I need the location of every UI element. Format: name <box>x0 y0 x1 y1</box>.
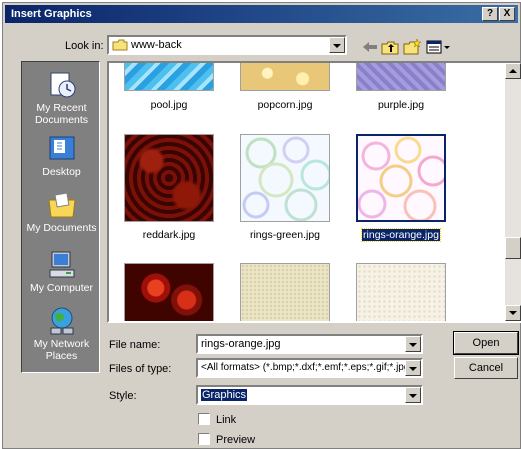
dialog-title: Insert Graphics <box>11 8 92 20</box>
place-network-places[interactable]: My Network Places <box>22 306 101 362</box>
look-in-label: Look in: <box>65 40 104 52</box>
my-documents-icon <box>47 190 77 220</box>
title-bar: Insert Graphics ? X <box>5 5 518 23</box>
back-icon[interactable] <box>361 39 379 55</box>
open-button[interactable]: Open <box>453 331 519 355</box>
place-desktop[interactable]: Desktop <box>22 134 101 178</box>
scroll-up-button[interactable] <box>505 63 521 79</box>
style-value: Graphics <box>201 389 248 401</box>
help-button[interactable]: ? <box>482 7 498 21</box>
file-thumbnail[interactable] <box>124 134 214 222</box>
link-label: Link <box>216 414 237 426</box>
place-recent-documents[interactable]: My Recent Documents <box>22 70 101 126</box>
file-thumbnail[interactable] <box>240 134 330 222</box>
file-name-label: File name: <box>109 339 161 351</box>
vertical-scrollbar[interactable] <box>505 63 521 321</box>
file-list[interactable]: pool.jpg popcorn.jpg purple.jpg reddark.… <box>107 61 521 323</box>
place-my-computer[interactable]: My Computer <box>22 250 101 294</box>
chevron-down-icon[interactable] <box>405 387 421 403</box>
chevron-down-icon[interactable] <box>329 37 345 53</box>
style-label: Style: <box>109 390 137 402</box>
file-name[interactable]: reddark.jpg <box>109 229 229 241</box>
places-bar: My Recent Documents Desktop My Documents <box>21 61 100 373</box>
folder-icon <box>112 39 128 51</box>
file-name[interactable]: purple.jpg <box>341 99 461 111</box>
file-name[interactable]: popcorn.jpg <box>225 99 345 111</box>
look-in-dropdown[interactable]: www-back <box>107 35 347 55</box>
checkbox-box[interactable] <box>198 433 210 445</box>
file-thumbnail[interactable] <box>356 63 446 91</box>
place-label: My Recent Documents <box>34 102 89 126</box>
place-label: My Documents <box>26 222 97 234</box>
file-name-selected[interactable]: rings-orange.jpg <box>341 228 461 242</box>
files-of-type-dropdown[interactable]: <All formats> (*.bmp;*.dxf;*.emf;*.eps;*… <box>196 358 423 378</box>
up-one-level-icon[interactable] <box>381 39 399 55</box>
link-checkbox[interactable]: Link <box>198 413 236 426</box>
cancel-button[interactable]: Cancel <box>454 357 518 379</box>
file-name-input[interactable]: rings-orange.jpg <box>196 334 423 354</box>
network-places-icon <box>47 306 77 336</box>
place-label: Desktop <box>42 166 81 178</box>
files-of-type-value: <All formats> (*.bmp;*.dxf;*.emf;*.eps;*… <box>201 362 417 373</box>
checkbox-box[interactable] <box>198 413 210 425</box>
views-menu-icon[interactable] <box>426 39 452 55</box>
desktop-icon <box>47 134 77 164</box>
scroll-thumb[interactable] <box>505 237 521 259</box>
place-label: My Computer <box>29 282 93 294</box>
file-thumbnail[interactable] <box>124 263 214 321</box>
chevron-down-icon <box>509 311 517 315</box>
file-name[interactable]: rings-green.jpg <box>225 229 345 241</box>
scroll-down-button[interactable] <box>505 305 521 321</box>
recent-documents-icon <box>47 70 77 100</box>
style-dropdown[interactable]: Graphics <box>196 385 423 405</box>
files-of-type-label: Files of type: <box>109 363 172 375</box>
file-thumbnail[interactable] <box>356 263 446 321</box>
file-thumbnail-selected[interactable] <box>356 134 446 222</box>
close-button[interactable]: X <box>499 7 515 21</box>
look-in-value: www-back <box>131 39 182 51</box>
preview-checkbox[interactable]: Preview <box>198 433 255 446</box>
my-computer-icon <box>47 250 77 280</box>
file-thumbnail[interactable] <box>240 63 330 91</box>
place-my-documents[interactable]: My Documents <box>22 190 101 234</box>
file-thumbnail[interactable] <box>240 263 330 321</box>
file-thumbnail[interactable] <box>124 63 214 91</box>
place-label: My Network Places <box>33 338 90 362</box>
file-name[interactable]: pool.jpg <box>109 99 229 111</box>
insert-graphics-dialog: Insert Graphics ? X Look in: www-back My… <box>2 2 521 449</box>
chevron-down-icon[interactable] <box>405 336 421 352</box>
chevron-up-icon <box>509 69 517 73</box>
new-folder-icon[interactable] <box>403 39 421 55</box>
preview-label: Preview <box>216 434 256 446</box>
selected-file-label: rings-orange.jpg <box>361 228 441 242</box>
chevron-down-icon[interactable] <box>405 360 421 376</box>
file-name-value: rings-orange.jpg <box>201 338 281 350</box>
